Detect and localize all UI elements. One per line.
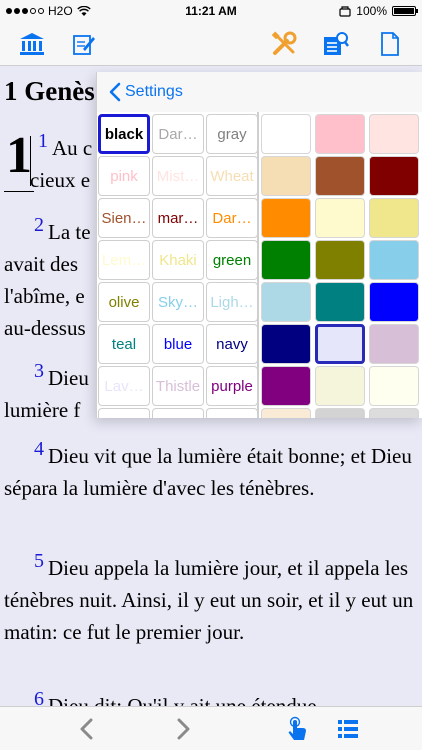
color-name-option[interactable]: pink xyxy=(98,156,150,196)
verse-text: Dieu vit que la lumière était bonne; et … xyxy=(4,444,412,500)
color-name-option[interactable]: olive xyxy=(98,282,150,322)
verse-list-button[interactable] xyxy=(334,715,362,743)
color-swatch[interactable] xyxy=(261,114,311,154)
verse-number: 6 xyxy=(34,688,44,706)
color-name-option[interactable]: Wheat xyxy=(206,156,258,196)
alarm-icon xyxy=(339,5,351,17)
verse-number: 3 xyxy=(34,360,44,382)
color-swatch[interactable] xyxy=(369,282,419,322)
verse-text: La te xyxy=(48,220,91,244)
color-grid: black Dar… gray pink Mist… Wheat Sien… mar… Dar…… xyxy=(97,112,422,418)
color-swatch[interactable] xyxy=(315,114,365,154)
color-swatch[interactable] xyxy=(369,324,419,364)
verse-4[interactable]: 4 Dieu vit que la lumière était bonne; et… xyxy=(4,438,416,504)
verse-number: 4 xyxy=(34,438,44,460)
document-icon[interactable] xyxy=(376,30,404,58)
previous-chapter-button[interactable] xyxy=(72,715,100,743)
color-name-option[interactable]: mar… xyxy=(152,198,204,238)
color-swatch[interactable] xyxy=(315,240,365,280)
color-swatch[interactable] xyxy=(369,366,419,406)
list-icon xyxy=(338,720,358,738)
color-name-option[interactable]: black xyxy=(98,114,150,154)
battery-icon xyxy=(392,6,418,16)
color-swatch[interactable] xyxy=(315,408,365,418)
chevron-left-icon xyxy=(80,718,93,740)
tap-mode-button[interactable] xyxy=(284,715,312,743)
verse-number: 5 xyxy=(34,550,44,572)
status-bar: H2O 11:21 AM 100% xyxy=(0,0,422,22)
color-name-option[interactable]: Sien… xyxy=(98,198,150,238)
color-swatch[interactable] xyxy=(315,324,365,364)
next-chapter-button[interactable] xyxy=(170,715,198,743)
color-swatch[interactable] xyxy=(261,198,311,238)
verse-text: au-dessus xyxy=(4,316,86,340)
color-name-option[interactable]: green xyxy=(206,240,258,280)
color-swatch[interactable] xyxy=(369,240,419,280)
color-name-option[interactable]: purple xyxy=(206,366,258,406)
chevron-right-icon xyxy=(177,718,190,740)
color-name-option[interactable] xyxy=(152,408,204,418)
verse-6[interactable]: 6 Dieu dit: Qu'il y ait une étendue xyxy=(4,688,416,706)
search-book-icon[interactable] xyxy=(322,30,350,58)
back-to-settings-button[interactable]: Settings xyxy=(109,82,183,102)
color-name-option[interactable]: gray xyxy=(206,114,258,154)
color-swatch[interactable] xyxy=(369,408,419,418)
color-name-option[interactable]: teal xyxy=(98,324,150,364)
color-name-option[interactable]: Mist… xyxy=(152,156,204,196)
verse-text: l'abîme, e xyxy=(4,284,85,308)
color-swatch[interactable] xyxy=(369,114,419,154)
color-name-option[interactable] xyxy=(98,408,150,418)
verse-text: lumière f xyxy=(4,398,81,422)
color-name-option[interactable]: navy xyxy=(206,324,258,364)
color-name-option[interactable]: Khaki xyxy=(152,240,204,280)
color-name-option[interactable]: Dar… xyxy=(152,114,204,154)
color-swatch[interactable] xyxy=(261,324,311,364)
color-swatch[interactable] xyxy=(315,366,365,406)
battery-percent: 100% xyxy=(356,4,387,18)
color-swatch[interactable] xyxy=(315,156,365,196)
color-name-option[interactable]: blue xyxy=(152,324,204,364)
verse-number: 2 xyxy=(34,214,44,236)
edit-notes-icon[interactable] xyxy=(70,30,98,58)
verse-text: Dieu xyxy=(48,366,89,390)
color-swatch[interactable] xyxy=(369,156,419,196)
color-swatch[interactable] xyxy=(261,282,311,322)
color-name-option[interactable]: Lem… xyxy=(98,240,150,280)
color-name-option[interactable]: Thistle xyxy=(152,366,204,406)
color-name-option[interactable]: Dar… xyxy=(206,198,258,238)
grid-divider xyxy=(257,112,259,418)
battery-area: 100% xyxy=(339,4,418,18)
color-swatch[interactable] xyxy=(261,240,311,280)
color-swatch[interactable] xyxy=(261,366,311,406)
verse-number: 1 xyxy=(38,130,48,152)
color-picker-popover: Settings black Dar… gray pink Mist… Wheat Sien… xyxy=(96,72,422,418)
color-name-option[interactable] xyxy=(206,408,258,418)
verse-text: avait des xyxy=(4,252,79,276)
verse-text: Dieu appela la lumière jour, et il appel… xyxy=(4,556,414,644)
color-name-option[interactable]: Sky… xyxy=(152,282,204,322)
color-swatch[interactable] xyxy=(315,282,365,322)
top-toolbar xyxy=(0,22,422,66)
tools-icon[interactable] xyxy=(270,30,298,58)
verse-text: cieux e xyxy=(30,168,91,192)
color-name-option[interactable]: Lav… xyxy=(98,366,150,406)
color-swatch[interactable] xyxy=(261,156,311,196)
back-label: Settings xyxy=(125,83,183,100)
chevron-left-icon xyxy=(109,82,121,102)
chapter-title: 1 Genès xyxy=(4,76,95,106)
color-swatch[interactable] xyxy=(261,408,311,418)
color-swatch[interactable] xyxy=(315,198,365,238)
bottom-toolbar xyxy=(0,706,422,750)
color-swatch[interactable] xyxy=(369,198,419,238)
verse-text: Au c xyxy=(52,136,93,160)
popover-nav-bar: Settings xyxy=(97,72,422,112)
verse-5[interactable]: 5 Dieu appela la lumière jour, et il appe… xyxy=(4,550,416,648)
library-icon[interactable] xyxy=(18,30,46,58)
verse-text: Dieu dit: Qu'il y ait une étendue xyxy=(48,694,317,706)
color-name-option[interactable]: Ligh… xyxy=(206,282,258,322)
tap-icon xyxy=(288,716,306,740)
